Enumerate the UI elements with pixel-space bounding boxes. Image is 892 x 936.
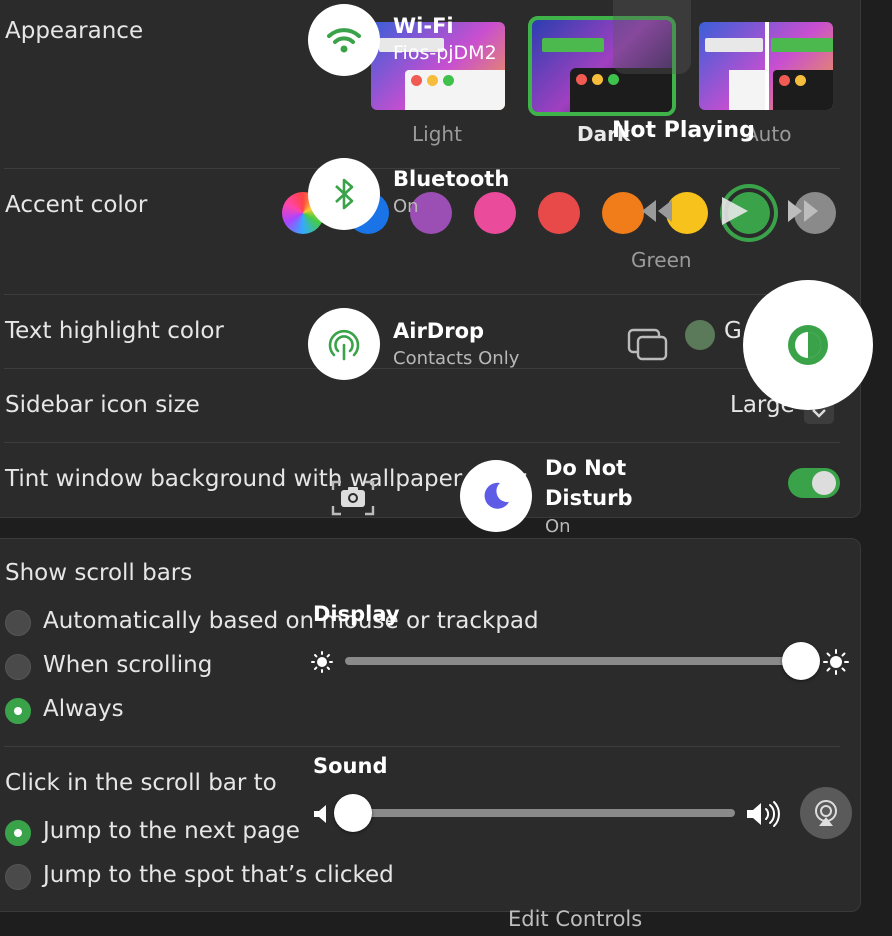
airplay-audio-icon	[815, 800, 837, 826]
fast-forward-icon[interactable]	[784, 196, 824, 226]
sound-label: Sound	[313, 754, 388, 778]
display-slider-knob[interactable]	[781, 642, 820, 680]
screen-mirroring-icon[interactable]	[626, 326, 670, 362]
moon-icon	[484, 482, 509, 509]
contrast-icon	[788, 325, 828, 365]
scroll-panel	[0, 538, 861, 912]
radio-when-scrolling[interactable]	[5, 654, 31, 680]
volume-high-icon	[745, 800, 783, 828]
now-playing-label: Not Playing	[612, 118, 755, 143]
focus-title-line2: Disturb	[545, 486, 633, 510]
volume-low-icon	[312, 802, 332, 826]
airdrop-icon	[328, 329, 360, 361]
rewind-icon[interactable]	[636, 196, 676, 226]
screenshot-icon[interactable]	[330, 478, 376, 518]
tint-toggle[interactable]	[788, 468, 840, 498]
divider	[4, 294, 840, 295]
wifi-network: Fios-pjDM2	[393, 42, 497, 64]
accent-color-label: Accent color	[5, 192, 148, 218]
airdrop-button[interactable]	[308, 308, 380, 380]
tint-window-label: Tint window background with wallpaper co…	[5, 466, 527, 492]
radio-next-page[interactable]	[5, 820, 31, 846]
focus-status: On	[545, 516, 571, 537]
show-scroll-bars-label: Show scroll bars	[5, 560, 193, 586]
highlight-swatch	[685, 320, 715, 350]
bluetooth-title: Bluetooth	[393, 167, 510, 191]
radio-when-scrolling-label[interactable]: When scrolling	[43, 652, 212, 678]
bluetooth-icon	[335, 178, 354, 210]
bluetooth-button[interactable]	[308, 158, 380, 230]
dark-mode-button[interactable]	[743, 280, 873, 410]
radio-always-label[interactable]: Always	[43, 696, 124, 722]
play-icon[interactable]	[716, 194, 752, 228]
radio-auto-label[interactable]: Automatically based on mouse or trackpad	[43, 608, 539, 634]
display-slider[interactable]	[345, 657, 815, 665]
appearance-label: Appearance	[5, 18, 144, 44]
radio-spot-clicked[interactable]	[5, 864, 31, 890]
airplay-button[interactable]	[800, 787, 852, 839]
airdrop-status: Contacts Only	[393, 348, 520, 369]
click-scroll-label: Click in the scroll bar to	[5, 770, 277, 796]
radio-spot-clicked-label[interactable]: Jump to the spot that’s clicked	[43, 862, 394, 888]
radio-always[interactable]	[5, 698, 31, 724]
sidebar-icon-size-label: Sidebar icon size	[5, 392, 200, 418]
accent-red-swatch[interactable]	[538, 192, 580, 234]
highlight-value[interactable]: G	[724, 318, 742, 344]
brightness-low-icon	[310, 650, 334, 674]
edit-controls-button[interactable]: Edit Controls	[508, 907, 642, 931]
display-label: Display	[313, 602, 400, 626]
radio-next-page-label[interactable]: Jump to the next page	[43, 818, 300, 844]
text-highlight-label: Text highlight color	[5, 318, 224, 344]
focus-title-line1: Do Not	[545, 456, 627, 480]
radio-auto[interactable]	[5, 610, 31, 636]
focus-button[interactable]	[460, 460, 532, 532]
appearance-light-label: Light	[412, 122, 462, 146]
airdrop-title: AirDrop	[393, 319, 485, 343]
wifi-icon	[327, 28, 361, 53]
divider	[4, 746, 840, 747]
appearance-auto-thumb[interactable]	[699, 22, 833, 110]
accent-pink-swatch[interactable]	[474, 192, 516, 234]
brightness-high-icon	[822, 648, 850, 676]
sound-slider[interactable]	[345, 809, 735, 817]
wifi-title: Wi-Fi	[393, 14, 454, 38]
now-playing-bg	[613, 0, 691, 74]
wifi-button[interactable]	[308, 4, 380, 76]
sound-slider-knob[interactable]	[334, 794, 372, 832]
accent-selected-name: Green	[631, 248, 692, 272]
divider	[4, 442, 840, 443]
bluetooth-status: On	[393, 196, 419, 217]
